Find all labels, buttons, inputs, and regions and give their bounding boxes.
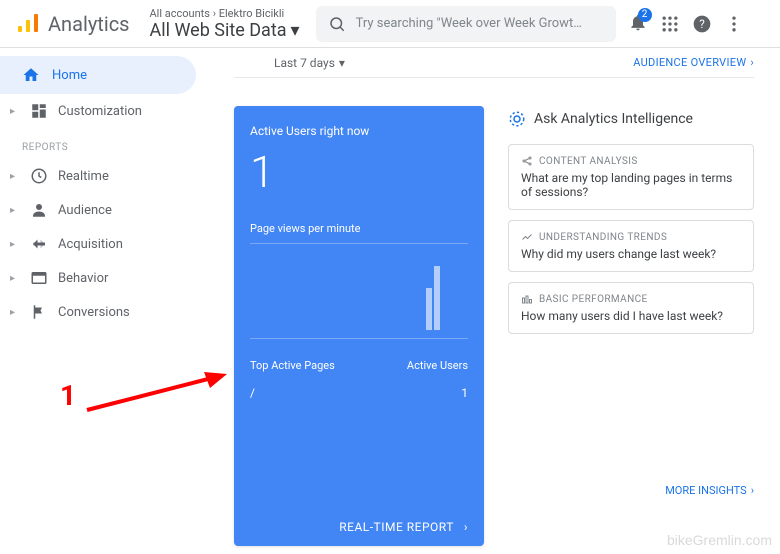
nav-acquisition-label: Acquisition — [58, 237, 123, 252]
intelligence-header: Ask Analytics Intelligence — [508, 106, 754, 144]
intelligence-panel: Ask Analytics Intelligence CONTENT ANALY… — [508, 106, 754, 546]
date-range-picker[interactable]: Last 7 days ▾ — [274, 56, 345, 70]
stats-icon — [521, 293, 533, 305]
brand-text: Analytics — [48, 12, 130, 36]
breadcrumb: All accounts › Elektro Bicikli — [150, 7, 300, 20]
realtime-report-label: REAL-TIME REPORT — [339, 520, 454, 534]
chevron-right-icon: ▸ — [10, 171, 20, 182]
chevron-right-icon: ▸ — [10, 205, 20, 216]
tap-page-path: / — [250, 386, 255, 400]
brand-block[interactable]: Analytics — [16, 12, 130, 36]
cards-row: Active Users right now 1 Page views per … — [234, 106, 754, 546]
nav-realtime-label: Realtime — [58, 169, 109, 184]
search-icon — [328, 15, 346, 33]
account-picker[interactable]: All accounts › Elektro Bicikli All Web S… — [150, 7, 300, 41]
caret-down-icon: ▾ — [291, 20, 300, 41]
suggestion-category: CONTENT ANALYSIS — [521, 155, 741, 167]
nav-customization-label: Customization — [58, 104, 142, 119]
person-icon — [30, 201, 48, 219]
search-placeholder: Try searching "Week over Week Growt… — [356, 16, 582, 31]
apps-icon[interactable] — [660, 14, 680, 34]
nav-customization[interactable]: ▸ Customization — [0, 94, 208, 128]
main-content: Last 7 days ▾ AUDIENCE OVERVIEW › Active… — [208, 48, 780, 554]
realtime-title: Active Users right now — [250, 124, 468, 138]
summary-top-row: Last 7 days ▾ AUDIENCE OVERVIEW › — [234, 48, 754, 78]
nav-behavior-label: Behavior — [58, 271, 108, 286]
more-vert-icon[interactable] — [724, 14, 744, 34]
more-insights-link[interactable]: MORE INSIGHTS › — [508, 484, 754, 497]
divider — [250, 243, 468, 244]
pvpm-label: Page views per minute — [250, 222, 468, 235]
chevron-right-icon: ▸ — [10, 307, 20, 318]
chevron-right-icon: ▸ — [10, 106, 20, 117]
help-icon[interactable]: ? — [692, 14, 712, 34]
more-insights-label: MORE INSIGHTS — [665, 484, 747, 497]
suggestion-question: What are my top landing pages in terms o… — [521, 171, 741, 199]
pvpm-chart — [250, 250, 468, 330]
suggestion-question: How many users did I have last week? — [521, 309, 741, 323]
divider — [250, 338, 468, 339]
chevron-right-icon: ▸ — [10, 273, 20, 284]
sidebar: Home ▸ Customization REPORTS ▸ Realtime … — [0, 48, 208, 554]
tap-page-count: 1 — [461, 386, 468, 400]
chevron-right-icon: › — [464, 520, 468, 534]
flag-icon — [30, 303, 48, 321]
top-header: Analytics All accounts › Elektro Bicikli… — [0, 0, 780, 48]
suggestion-category: BASIC PERFORMANCE — [521, 293, 741, 305]
chevron-right-icon: › — [750, 56, 754, 69]
tap-col-page: Top Active Pages — [250, 359, 335, 372]
realtime-card: Active Users right now 1 Page views per … — [234, 106, 484, 546]
view-name: All Web Site Data — [150, 20, 287, 41]
audience-overview-label: AUDIENCE OVERVIEW — [633, 56, 746, 69]
clock-icon — [30, 167, 48, 185]
nav-realtime[interactable]: ▸ Realtime — [0, 159, 208, 193]
bar — [426, 288, 432, 330]
home-icon — [22, 66, 40, 84]
nav-conversions[interactable]: ▸ Conversions — [0, 295, 208, 329]
breadcrumb-account: Elektro Bicikli — [219, 7, 284, 20]
caret-down-icon: ▾ — [339, 56, 345, 70]
audience-overview-link[interactable]: AUDIENCE OVERVIEW › — [633, 56, 754, 69]
reports-section-label: REPORTS — [0, 128, 208, 159]
sparkle-icon — [508, 110, 526, 128]
acquisition-icon — [30, 235, 48, 253]
nav-conversions-label: Conversions — [58, 305, 130, 320]
nav-behavior[interactable]: ▸ Behavior — [0, 261, 208, 295]
nav-audience-label: Audience — [58, 203, 112, 218]
notification-badge: 2 — [638, 8, 652, 22]
notifications-button[interactable]: 2 — [628, 12, 648, 36]
svg-text:?: ? — [699, 17, 705, 31]
suggestion-basic-performance[interactable]: BASIC PERFORMANCE How many users did I h… — [508, 282, 754, 334]
intelligence-title: Ask Analytics Intelligence — [534, 111, 693, 127]
view-selector[interactable]: All Web Site Data ▾ — [150, 20, 300, 41]
trend-icon — [521, 231, 533, 243]
breadcrumb-all: All accounts — [150, 7, 210, 20]
suggestion-category: UNDERSTANDING TRENDS — [521, 231, 741, 243]
suggestion-content-analysis[interactable]: CONTENT ANALYSIS What are my top landing… — [508, 144, 754, 210]
dashboard-icon — [30, 102, 48, 120]
active-users-count: 1 — [250, 146, 468, 198]
analytics-logo-icon — [16, 12, 40, 36]
top-active-page-row[interactable]: / 1 — [250, 386, 468, 400]
nav-home[interactable]: Home — [0, 56, 196, 94]
nav-audience[interactable]: ▸ Audience — [0, 193, 208, 227]
suggestion-understanding-trends[interactable]: UNDERSTANDING TRENDS Why did my users ch… — [508, 220, 754, 272]
realtime-report-link[interactable]: REAL-TIME REPORT › — [250, 508, 468, 546]
nav-home-label: Home — [52, 68, 87, 83]
top-active-pages-header: Top Active Pages Active Users — [250, 359, 468, 372]
behavior-icon — [30, 269, 48, 287]
date-range-label: Last 7 days — [274, 56, 335, 70]
header-actions: 2 ? — [628, 12, 744, 36]
search-box[interactable]: Try searching "Week over Week Growt… — [316, 6, 616, 42]
suggestion-question: Why did my users change last week? — [521, 247, 741, 261]
nav-acquisition[interactable]: ▸ Acquisition — [0, 227, 208, 261]
bar — [434, 266, 440, 330]
tap-col-users: Active Users — [407, 359, 468, 372]
share-icon — [521, 155, 533, 167]
chevron-right-icon: › — [751, 484, 754, 497]
chevron-right-icon: ▸ — [10, 239, 20, 250]
